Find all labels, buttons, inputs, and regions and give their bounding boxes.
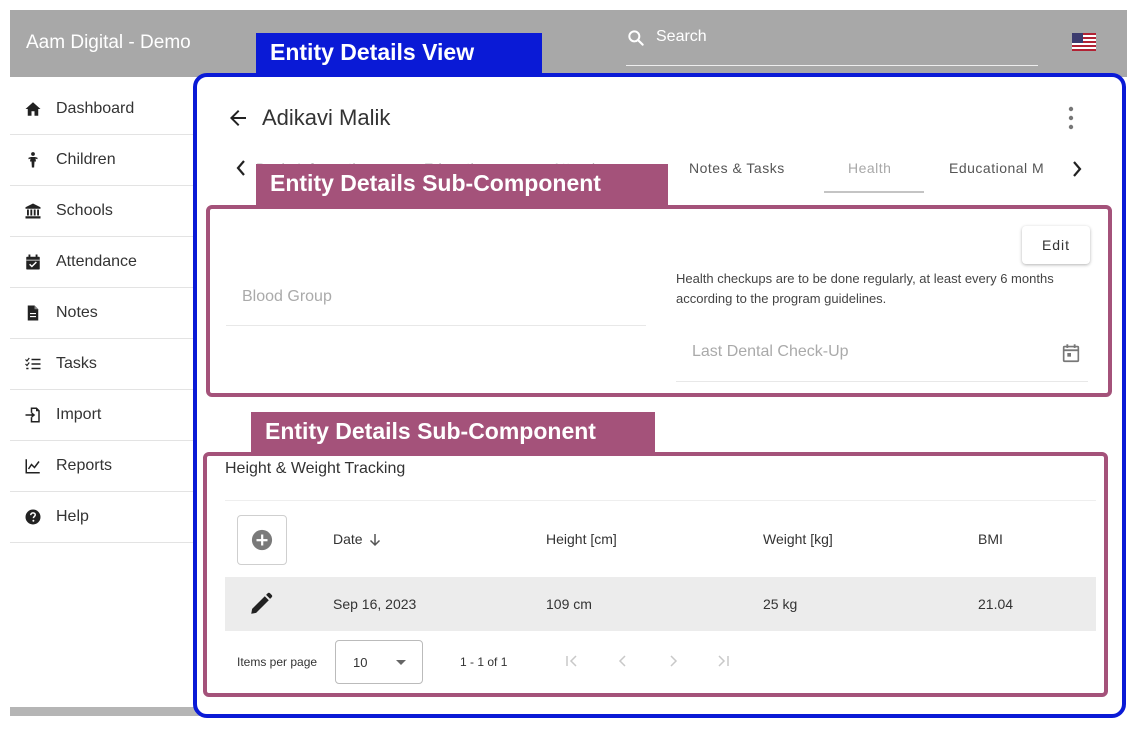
sidebar: Dashboard Children Schools Attendance No… bbox=[10, 84, 200, 716]
cell-bmi: 21.04 bbox=[978, 596, 1014, 612]
back-arrow-icon[interactable] bbox=[226, 106, 250, 130]
chevron-right-icon[interactable] bbox=[1070, 159, 1084, 179]
add-record-button[interactable] bbox=[237, 515, 287, 565]
sidebar-item-label: Dashboard bbox=[56, 100, 135, 117]
first-page-icon[interactable] bbox=[563, 652, 581, 670]
sidebar-footer-bar bbox=[10, 707, 200, 716]
items-per-page-select[interactable]: 10 bbox=[335, 640, 423, 684]
tasks-icon bbox=[24, 355, 42, 373]
edit-button[interactable]: Edit bbox=[1022, 226, 1090, 264]
sidebar-item-dashboard[interactable]: Dashboard bbox=[10, 84, 200, 135]
column-header-bmi[interactable]: BMI bbox=[978, 531, 1003, 547]
app-title[interactable]: Aam Digital - Demo bbox=[26, 32, 191, 54]
file-icon bbox=[24, 304, 42, 322]
child-icon bbox=[24, 151, 42, 169]
sidebar-item-label: Help bbox=[56, 508, 89, 525]
sidebar-item-label: Reports bbox=[56, 457, 113, 474]
import-icon bbox=[24, 406, 42, 424]
sidebar-item-help[interactable]: Help bbox=[10, 492, 200, 543]
search-input[interactable]: Search bbox=[656, 28, 707, 46]
items-per-page-label: Items per page bbox=[237, 655, 318, 669]
sidebar-item-notes[interactable]: Notes bbox=[10, 288, 200, 339]
sidebar-item-reports[interactable]: Reports bbox=[10, 441, 200, 492]
cell-date: Sep 16, 2023 bbox=[333, 596, 417, 612]
calendar-icon[interactable] bbox=[1060, 342, 1082, 364]
last-dental-checkup-field[interactable]: Last Dental Check-Up bbox=[676, 330, 1088, 382]
caret-down-icon bbox=[396, 660, 406, 665]
tab-educational-materials[interactable]: Educational M bbox=[949, 160, 1044, 176]
last-dental-checkup-label: Last Dental Check-Up bbox=[692, 343, 849, 360]
chevron-left-icon[interactable] bbox=[234, 158, 248, 178]
question-circle-icon bbox=[24, 508, 42, 526]
items-per-page-value: 10 bbox=[353, 655, 368, 670]
tab-notes-tasks[interactable]: Notes & Tasks bbox=[689, 160, 785, 176]
sidebar-item-label: Attendance bbox=[56, 253, 137, 270]
blood-group-field[interactable]: Blood Group bbox=[226, 276, 646, 326]
sidebar-item-tasks[interactable]: Tasks bbox=[10, 339, 200, 390]
next-page-icon[interactable] bbox=[664, 652, 682, 670]
health-checkup-note: Health checkups are to be done regularly… bbox=[676, 271, 1054, 306]
last-page-icon[interactable] bbox=[714, 652, 732, 670]
column-header-date[interactable]: Date bbox=[333, 531, 381, 547]
sidebar-item-attendance[interactable]: Attendance bbox=[10, 237, 200, 288]
sidebar-item-import[interactable]: Import bbox=[10, 390, 200, 441]
sort-arrow-down-icon bbox=[369, 534, 380, 547]
cell-height: 109 cm bbox=[546, 596, 592, 612]
calendar-check-icon bbox=[24, 253, 42, 271]
home-icon bbox=[24, 100, 42, 118]
cell-weight: 25 kg bbox=[763, 596, 798, 612]
sidebar-item-label: Children bbox=[56, 151, 116, 168]
sidebar-item-label: Notes bbox=[56, 304, 98, 321]
more-vert-icon[interactable] bbox=[1065, 105, 1077, 131]
sidebar-item-schools[interactable]: Schools bbox=[10, 186, 200, 237]
us-flag-icon[interactable] bbox=[1072, 33, 1096, 51]
entity-title: Adikavi Malik bbox=[262, 105, 391, 130]
search-field[interactable]: Search bbox=[626, 26, 1038, 66]
pencil-icon[interactable] bbox=[248, 591, 274, 617]
active-tab-indicator bbox=[824, 191, 924, 193]
divider bbox=[225, 500, 1096, 501]
sidebar-item-label: Import bbox=[56, 406, 102, 423]
tab-health[interactable]: Health bbox=[848, 160, 891, 176]
blood-group-label: Blood Group bbox=[242, 288, 332, 305]
line-chart-icon bbox=[24, 457, 42, 475]
university-icon bbox=[24, 202, 42, 220]
sidebar-item-label: Tasks bbox=[56, 355, 97, 372]
search-icon bbox=[628, 30, 644, 46]
sidebar-item-children[interactable]: Children bbox=[10, 135, 200, 186]
entity-details-view-label: Entity Details View bbox=[256, 33, 542, 73]
height-weight-title: Height & Weight Tracking bbox=[225, 460, 406, 477]
column-header-height[interactable]: Height [cm] bbox=[546, 531, 617, 547]
entity-details-sub-component-label: Entity Details Sub-Component bbox=[251, 412, 655, 453]
top-toolbar: Aam Digital - Demo Search bbox=[10, 10, 1127, 77]
entity-details-sub-component-label: Entity Details Sub-Component bbox=[256, 164, 668, 206]
previous-page-icon[interactable] bbox=[614, 652, 632, 670]
column-header-weight[interactable]: Weight [kg] bbox=[763, 531, 833, 547]
page-range-label: 1 - 1 of 1 bbox=[460, 655, 508, 669]
sidebar-item-label: Schools bbox=[56, 202, 113, 219]
add-circle-icon bbox=[251, 529, 273, 551]
